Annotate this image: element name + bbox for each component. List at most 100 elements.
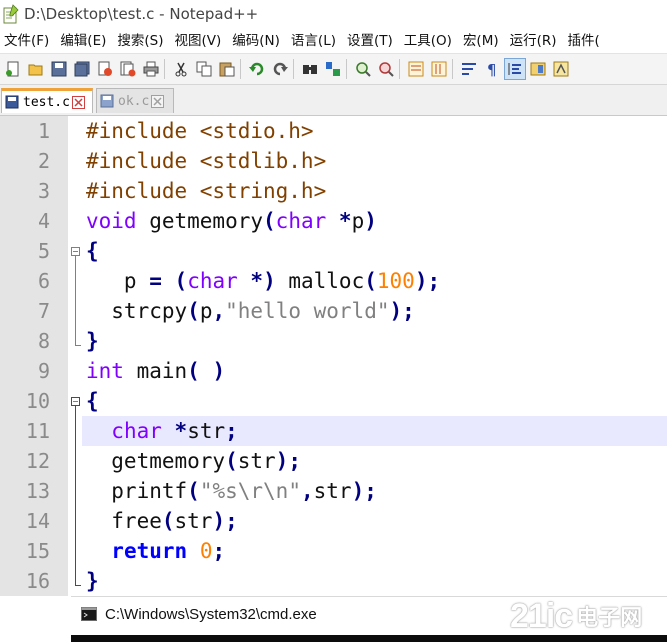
menu-language[interactable]: 语言(L) — [287, 30, 336, 53]
code-line-1: #include <stdio.h> — [86, 119, 314, 143]
code-line-4: void getmemory(char *p) — [86, 209, 377, 233]
toolbar-separator — [452, 59, 453, 79]
toolbar-separator — [293, 59, 294, 79]
fold-guide — [75, 406, 76, 586]
notepadpp-app-icon — [3, 4, 19, 24]
fold-end-marker — [75, 585, 81, 586]
tab-bar: test.c ok.c — [0, 85, 667, 116]
saved-file-icon — [100, 94, 114, 108]
close-tab-icon[interactable] — [71, 95, 85, 109]
open-file-icon[interactable] — [26, 59, 46, 79]
fold-toggle-icon[interactable] — [71, 397, 80, 406]
cmd-icon — [81, 607, 97, 621]
line-number: 12 — [25, 449, 50, 473]
toolbar-separator — [240, 59, 241, 79]
zoom-in-icon[interactable] — [353, 59, 373, 79]
save-all-icon[interactable] — [72, 59, 92, 79]
replace-icon[interactable] — [323, 59, 343, 79]
line-number: 11 — [25, 419, 50, 443]
line-number: 9 — [37, 359, 50, 383]
code-line-16: } — [86, 569, 99, 593]
sync-horizontal-icon[interactable] — [429, 59, 449, 79]
find-icon[interactable] — [300, 59, 320, 79]
line-number: 15 — [25, 539, 50, 563]
menu-edit[interactable]: 编辑(E) — [56, 30, 106, 53]
line-number: 5 — [37, 239, 50, 263]
paste-icon[interactable] — [217, 59, 237, 79]
tab-label: test.c — [23, 94, 70, 110]
toolbar: ¶ — [0, 53, 667, 85]
menu-settings[interactable]: 设置(T) — [343, 30, 393, 53]
menu-bar: 文件(F) 编辑(E) 搜索(S) 视图(V) 编码(N) 语言(L) 设置(T… — [0, 30, 667, 53]
code-line-6: p = (char *) malloc(100); — [86, 269, 441, 293]
line-number: 16 — [25, 569, 50, 593]
line-number: 8 — [37, 329, 50, 353]
code-line-10: { — [86, 389, 99, 413]
redo-icon[interactable] — [270, 59, 290, 79]
save-icon[interactable] — [49, 59, 69, 79]
fold-toggle-icon[interactable] — [71, 247, 80, 256]
document-map-icon[interactable] — [528, 59, 548, 79]
close-all-icon[interactable] — [118, 59, 138, 79]
print-icon[interactable] — [141, 59, 161, 79]
watermark-text: 电子网 — [576, 605, 643, 630]
code-editor[interactable]: 1 2 3 4 5 6 7 8 9 10 11 12 13 14 15 16 #… — [0, 116, 667, 596]
code-line-8: } — [86, 329, 99, 353]
toolbar-separator — [164, 59, 165, 79]
tab-label: ok.c — [118, 93, 150, 109]
watermark-logo: 21ic — [510, 596, 573, 635]
line-number: 6 — [37, 269, 50, 293]
code-line-15: return 0; — [111, 539, 226, 563]
tab-ok-c[interactable]: ok.c — [96, 88, 174, 113]
code-line-9: int main( ) — [86, 359, 226, 383]
menu-search[interactable]: 搜索(S) — [113, 30, 163, 53]
code-line-5: { — [86, 239, 99, 263]
menu-plugins[interactable]: 插件( — [564, 30, 600, 53]
code-line-11: char *str; — [111, 419, 238, 443]
toolbar-separator — [346, 59, 347, 79]
function-list-icon[interactable] — [551, 59, 571, 79]
toolbar-separator — [399, 59, 400, 79]
svg-text:¶: ¶ — [487, 61, 497, 77]
code-line-7: strcpy(p,"hello world"); — [86, 299, 415, 323]
menu-macro[interactable]: 宏(M) — [459, 30, 499, 53]
tab-test-c[interactable]: test.c — [1, 88, 93, 113]
code-line-12: getmemory(str); — [86, 449, 301, 473]
indent-guide-icon[interactable] — [504, 58, 526, 80]
line-number: 1 — [37, 119, 50, 143]
undo-icon[interactable] — [247, 59, 267, 79]
site-watermark: 21ic 电子网 — [510, 596, 642, 636]
window-title: D:\Desktop\test.c - Notepad++ — [24, 5, 259, 23]
code-line-2: #include <stdlib.h> — [86, 149, 327, 173]
new-file-icon[interactable] — [3, 59, 23, 79]
menu-file[interactable]: 文件(F) — [0, 30, 49, 53]
line-number: 14 — [25, 509, 50, 533]
sync-vertical-icon[interactable] — [406, 59, 426, 79]
zoom-out-icon[interactable] — [376, 59, 396, 79]
code-line-3: #include <string.h> — [86, 179, 327, 203]
word-wrap-icon[interactable] — [459, 59, 479, 79]
menu-tools[interactable]: 工具(O) — [400, 30, 452, 53]
menu-run[interactable]: 运行(R) — [506, 30, 557, 53]
cmd-window-title: C:\Windows\System32\cmd.exe — [105, 606, 317, 623]
menu-encoding[interactable]: 编码(N) — [228, 30, 280, 53]
fold-guide — [75, 256, 76, 346]
close-icon[interactable] — [95, 59, 115, 79]
title-bar: D:\Desktop\test.c - Notepad++ — [0, 0, 667, 30]
line-number: 4 — [37, 209, 50, 233]
saved-file-icon — [5, 95, 19, 109]
show-all-chars-icon[interactable]: ¶ — [482, 59, 502, 79]
cut-icon[interactable] — [171, 59, 191, 79]
line-number: 3 — [37, 179, 50, 203]
menu-view[interactable]: 视图(V) — [171, 30, 222, 53]
copy-icon[interactable] — [194, 59, 214, 79]
close-tab-icon[interactable] — [151, 94, 165, 108]
line-number: 10 — [25, 389, 50, 413]
line-number: 13 — [25, 479, 50, 503]
line-number: 7 — [37, 299, 50, 323]
line-number-gutter: 1 2 3 4 5 6 7 8 9 10 11 12 13 14 15 16 — [0, 116, 68, 596]
code-line-13: printf("%s\r\n",str); — [86, 479, 377, 503]
line-number: 2 — [37, 149, 50, 173]
fold-end-marker — [75, 345, 81, 346]
code-line-14: free(str); — [86, 509, 238, 533]
